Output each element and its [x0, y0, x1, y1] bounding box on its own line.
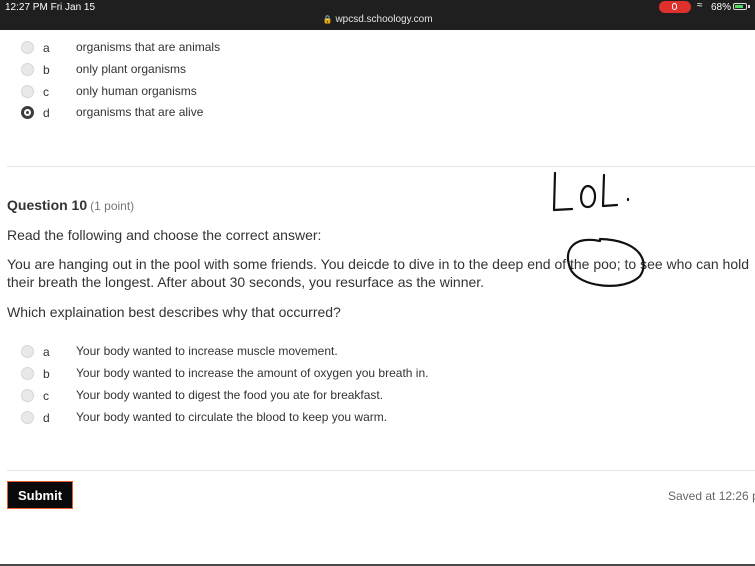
- handwritten-annotation: [552, 171, 645, 287]
